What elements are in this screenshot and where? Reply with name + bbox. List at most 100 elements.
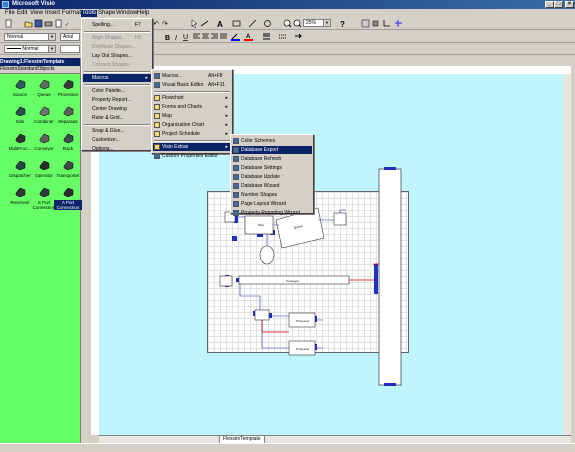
menu-item-label: Database Settings [241,165,282,171]
menu-item-shortcut: F8 [135,35,141,41]
document-icon [233,147,239,153]
menu-item-connect-shapes[interactable]: Connect Shapes [83,61,151,69]
folder-icon [154,131,160,137]
document-icon [154,82,160,88]
menu-item-label: Lay Out Shapes... [92,53,133,59]
menu-item-number-shapes[interactable]: Number Shapes [232,191,312,199]
menu-item-property-report[interactable]: Property Report... [83,96,151,104]
menu-item-ruler-grid[interactable]: Ruler & Grid... [83,114,151,122]
menu-item-database-update[interactable]: Database Update [232,173,312,181]
folder-icon [154,144,160,150]
menu-item-color-schemes[interactable]: Color Schemes [232,137,312,145]
menu-item-label: Property Reporting Wizard [241,210,300,216]
folder-icon [154,113,160,119]
menu-separator [84,124,150,126]
submenu-arrow-icon: ▸ [225,122,228,128]
menu-item-label: Color Palette... [92,88,126,94]
menu-item-forms-and-charts[interactable]: Forms and Charts ▸ [153,103,231,111]
vertical-scrollbar[interactable] [563,74,571,435]
document-icon [233,192,239,198]
menu-item-property-reporting-wizard[interactable]: Property Reporting Wizard [232,209,312,217]
menu-item-label: Organization Chart [162,122,204,128]
menu-item-database-wizard[interactable]: Database Wizard [232,182,312,190]
folder-icon [154,95,160,101]
document-icon [233,156,239,162]
menu-item-shortcut: Alt+F11 [208,82,225,88]
menu-item-align-shapes[interactable]: Align Shapes... F8 [83,34,151,42]
menu-item-label: Connect Shapes [92,62,129,68]
visio-extras-submenu: Color Schemes Database Export Database Ref… [230,134,314,217]
menu-item-label: Database Wizard [241,183,280,189]
menu-item-label: Custom Properties Editor [162,153,218,159]
menu-item-snap-glue[interactable]: Snap & Glue... [83,127,151,135]
menu-item-project-schedule[interactable]: Project Schedule ▸ [153,130,231,138]
menu-item-distribute-shapes[interactable]: Distribute Shapes... [83,43,151,51]
menu-item-label: Property Report... [92,97,132,103]
document-icon [233,174,239,180]
menu-item-label: Customize... [92,137,120,143]
menu-item-label: Database Refresh [241,156,282,162]
menu-item-map[interactable]: Map ▸ [153,112,231,120]
menu-separator [84,31,150,33]
menu-item-macros[interactable]: Macros... Alt+F8 [153,72,231,80]
menu-item-center-drawing[interactable]: Center Drawing [83,105,151,113]
menu-item-label: Project Schedule [162,131,200,137]
menu-item-page-layout-wizard[interactable]: Page Layout Wizard [232,200,312,208]
menu-item-label: Macros [92,75,109,81]
menu-item-label: Snap & Glue... [92,128,125,134]
menu-item-flowchart[interactable]: Flowchart ▸ [153,94,231,102]
macros-submenu: Macros... Alt+F8 Visual Basic Editor Alt+F1… [151,69,233,159]
submenu-arrow-icon: ▸ [225,95,228,101]
folder-icon [154,122,160,128]
menu-item-database-export[interactable]: Database Export [232,146,312,154]
processor-label-1: Processor [296,319,310,323]
menu-item-database-settings[interactable]: Database Settings [232,164,312,172]
operator-shape[interactable] [259,245,275,265]
menu-item-database-refresh[interactable]: Database Refresh [232,155,312,163]
menu-item-label: Ruler & Grid... [92,115,124,121]
sink-label: Sink [258,223,264,227]
menu-item-visio-extras[interactable]: Visio Extras ▸ [153,143,231,151]
document-icon [233,138,239,144]
menu-item-organization-chart[interactable]: Organization Chart ▸ [153,121,231,129]
submenu-arrow-icon: ▸ [225,131,228,137]
folder-icon [154,104,160,110]
submenu-arrow-icon: ▸ [225,104,228,110]
menu-item-label: Color Schemes [241,138,276,144]
document-icon [233,183,239,189]
menu-item-options[interactable]: Options... [83,145,151,153]
menu-item-color-palette[interactable]: Color Palette... [83,87,151,95]
submenu-arrow-icon: ▸ [225,113,228,119]
rack-shape[interactable] [378,168,402,386]
menu-item-visual-basic-editor[interactable]: Visual Basic Editor Alt+F11 [153,81,231,89]
menu-separator [84,84,150,86]
menu-item-label: Spelling... [92,22,114,28]
menu-item-shortcut: F7 [135,22,141,28]
combiner-shape[interactable] [254,309,270,321]
menu-item-label: Visio Extras [162,144,189,150]
menu-item-label: Macros... [162,73,183,79]
menu-item-label: Distribute Shapes... [92,44,136,50]
menu-item-custom-properties-editor[interactable]: Custom Properties Editor [153,152,231,160]
menu-item-label: Options... [92,146,114,152]
document-icon [233,165,239,171]
menu-item-label: Map [162,113,172,119]
menu-separator [154,91,230,93]
menu-item-label: Database Update [241,174,280,180]
processor-label-2: Processor [296,347,310,351]
menu-item-macros[interactable]: Macros ▸ [83,74,151,82]
menu-item-customize[interactable]: Customize... [83,136,151,144]
red-connector-lines [261,263,379,333]
menu-item-label: Center Drawing [92,106,127,112]
source-shape-2[interactable] [219,275,233,287]
separator-shape[interactable] [333,212,347,226]
menu-item-lay-out-shapes[interactable]: Lay Out Shapes... [83,52,151,60]
menu-item-label: Forms and Charts [162,104,203,110]
menu-item-spelling[interactable]: Spelling... F7 [83,21,151,29]
document-icon [154,153,160,159]
document-icon [233,210,239,216]
document-icon [233,201,239,207]
conveyor-label: Conveyor [286,279,299,283]
submenu-arrow-icon: ▸ [145,75,148,81]
menu-item-label: Page Layout Wizard [241,201,287,207]
